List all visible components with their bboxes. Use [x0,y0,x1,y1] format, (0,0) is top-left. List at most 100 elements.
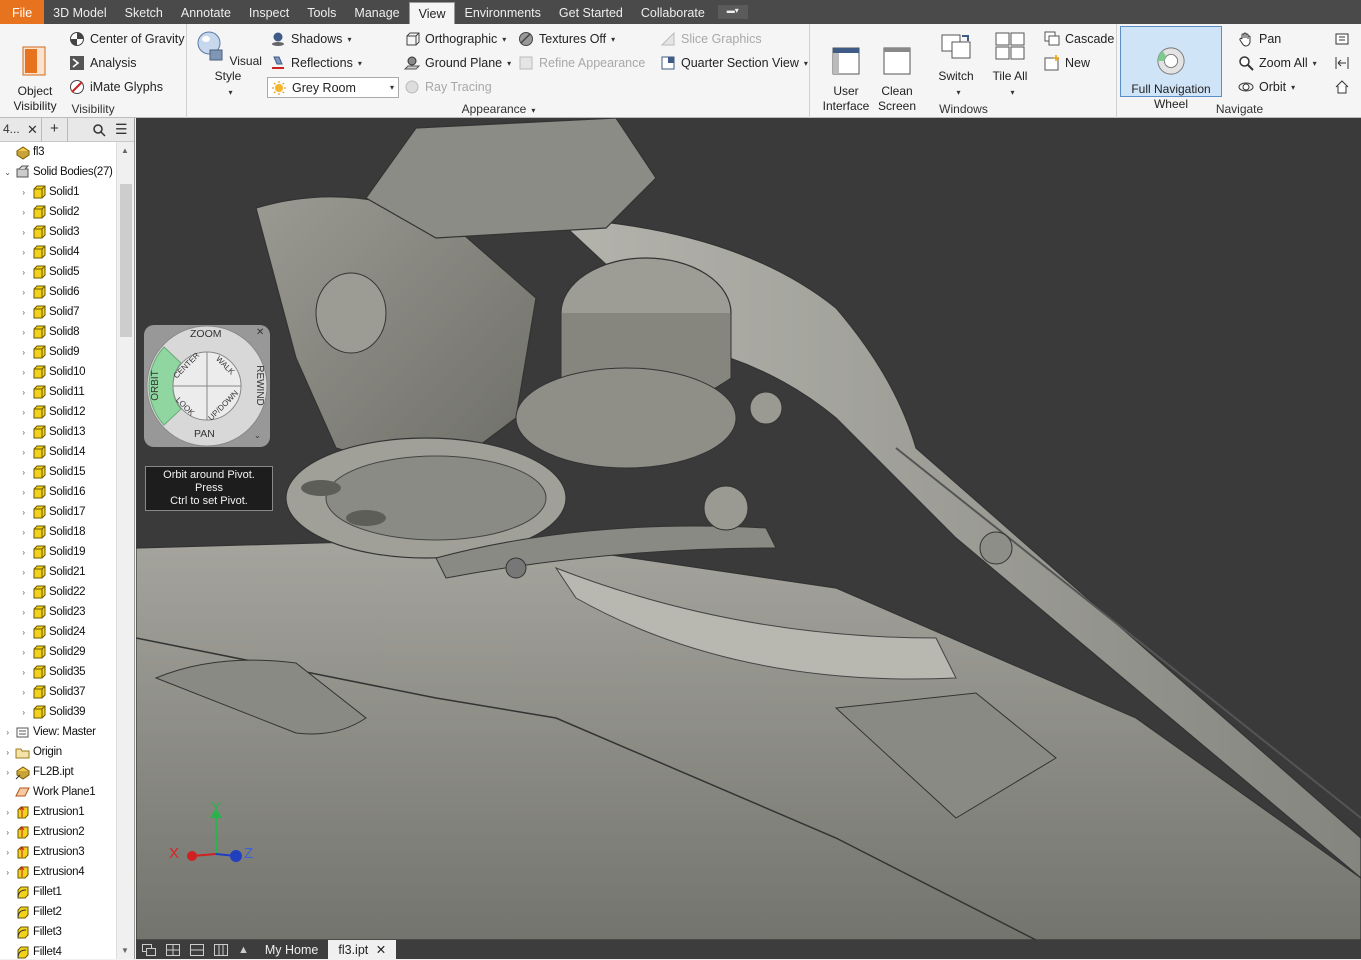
expand-icon[interactable]: › [19,348,28,357]
expand-icon[interactable]: › [3,828,12,837]
tree-node[interactable]: › Solid12 [19,402,86,422]
ground-plane-button[interactable]: Ground Plane ▾ [404,53,511,73]
tree-node[interactable]: › Solid8 [19,322,79,342]
expand-icon[interactable]: › [19,628,28,637]
tab-collaborate[interactable]: Collaborate [632,0,714,24]
expand-icon[interactable]: › [19,548,28,557]
tab-sketch[interactable]: Sketch [116,0,172,24]
tree-node[interactable]: Fillet1 [3,882,62,902]
expand-icon[interactable]: › [19,508,28,517]
tab-get-started[interactable]: Get Started [550,0,632,24]
tree-node[interactable]: Fillet2 [3,902,62,922]
wheel-close-icon[interactable]: ✕ [256,327,264,338]
expand-icon[interactable]: › [19,668,28,677]
tree-node[interactable]: › View: Master [3,722,96,742]
expand-icon[interactable]: › [19,568,28,577]
expand-icon[interactable]: › [19,648,28,657]
tree-node[interactable]: › Solid39 [19,702,86,722]
visual-style-button[interactable]: Visual Style ▾ [194,30,262,100]
tree-node[interactable]: › Extrusion1 [3,802,85,822]
tile-all-button[interactable]: Tile All ▾ [987,30,1033,100]
expand-icon[interactable]: › [19,468,28,477]
expand-icon[interactable]: › [3,868,12,877]
tree-node[interactable]: › Origin [3,742,62,762]
tree-node[interactable]: › Solid7 [19,302,79,322]
tab-fl3-ipt[interactable]: fl3.ipt ✕ [328,940,397,959]
scrollbar-thumb[interactable] [120,184,132,337]
tile-vertical-icon[interactable] [214,943,228,956]
tree-node[interactable]: › Solid24 [19,622,86,642]
browser-scrollbar[interactable]: ▲ ▼ [116,142,134,959]
expand-icon[interactable]: › [19,188,28,197]
tree-node[interactable]: › Solid15 [19,462,86,482]
tree-node[interactable]: › Solid19 [19,542,86,562]
shadows-button[interactable]: Shadows ▾ [270,29,351,49]
tree-node[interactable]: › Solid5 [19,262,79,282]
quarter-section-view-button[interactable]: Quarter Section View ▾ [660,53,808,73]
browser-menu-icon[interactable]: ☰ [115,121,128,138]
reflections-button[interactable]: Reflections ▾ [270,53,362,73]
pan-button[interactable]: Pan [1238,29,1281,49]
tree-node[interactable]: › Extrusion3 [3,842,85,862]
tree-node[interactable]: › Solid16 [19,482,86,502]
wheel-pan[interactable]: PAN [194,428,215,440]
tree-node[interactable]: › Solid2 [19,202,79,222]
wheel-rewind[interactable]: REWIND [254,365,265,406]
tree-node[interactable]: › Solid37 [19,682,86,702]
expand-icon[interactable]: › [19,448,28,457]
cascade-windows-icon[interactable] [142,943,156,956]
expand-icon[interactable]: › [19,388,28,397]
tab-inspect[interactable]: Inspect [240,0,298,24]
expand-icon[interactable]: › [19,488,28,497]
close-browser-icon[interactable]: ✕ [27,122,38,138]
center-of-gravity-button[interactable]: Center of Gravity [69,29,184,49]
tree-node[interactable]: › Solid18 [19,522,86,542]
tree-node[interactable]: › Solid1 [19,182,79,202]
look-at-icon[interactable] [1334,31,1350,47]
tree-node[interactable]: › FL2B.ipt [3,762,74,782]
tree-node[interactable]: Work Plane1 [3,782,96,802]
expand-icon[interactable]: › [19,608,28,617]
expand-icon[interactable]: › [3,848,12,857]
tree-node[interactable]: › Solid17 [19,502,86,522]
tree-node[interactable]: ⌄ Solid Bodies(27) [3,162,113,182]
expand-icon[interactable]: › [19,708,28,717]
close-tab-icon[interactable]: ✕ [376,943,386,957]
expand-icon[interactable]: › [19,268,28,277]
tree-node[interactable]: › Solid11 [19,382,85,402]
expand-icon[interactable]: › [19,228,28,237]
graphics-viewport[interactable]: ZOOM PAN ORBIT REWIND CENTER WALK LOOK U… [136,118,1361,940]
tile-windows-icon[interactable] [166,943,180,956]
search-icon[interactable] [92,123,106,137]
expand-icon[interactable]: › [19,528,28,537]
tree-node[interactable]: › Extrusion2 [3,822,85,842]
expand-icon[interactable]: › [3,808,12,817]
tab-my-home[interactable]: My Home [255,940,328,959]
environment-select[interactable]: Grey Room ▾ [267,77,399,98]
scroll-down-icon[interactable]: ▼ [121,946,129,955]
home-view-icon[interactable] [1334,79,1350,95]
expand-icon[interactable]: › [19,428,28,437]
navigation-wheel[interactable]: ZOOM PAN ORBIT REWIND CENTER WALK LOOK U… [144,325,270,447]
tree-node[interactable]: › Solid4 [19,242,79,262]
analysis-button[interactable]: Analysis [69,53,137,73]
tab-3d-model[interactable]: 3D Model [44,0,116,24]
wheel-zoom[interactable]: ZOOM [190,328,222,340]
ray-tracing-button[interactable]: Ray Tracing [404,77,492,97]
tree-node[interactable]: › Solid23 [19,602,86,622]
tile-horizontal-icon[interactable] [190,943,204,956]
slice-graphics-button[interactable]: Slice Graphics [660,29,762,49]
switch-button[interactable]: Switch ▾ [931,30,981,100]
tree-node[interactable]: › Solid29 [19,642,86,662]
tree-node[interactable]: › Solid10 [19,362,86,382]
previous-view-icon[interactable] [1334,55,1350,71]
imate-glyphs-button[interactable]: iMate Glyphs [69,77,163,97]
cascade-button[interactable]: Cascade [1044,29,1114,49]
expand-icon[interactable]: › [3,728,12,737]
expand-icon[interactable]: › [19,588,28,597]
tab-file[interactable]: File [0,0,45,24]
tree-node[interactable]: Fillet3 [3,922,62,942]
tab-tools[interactable]: Tools [298,0,345,24]
tree-node[interactable]: fl3 [3,142,45,162]
expand-icon[interactable]: › [3,768,12,777]
